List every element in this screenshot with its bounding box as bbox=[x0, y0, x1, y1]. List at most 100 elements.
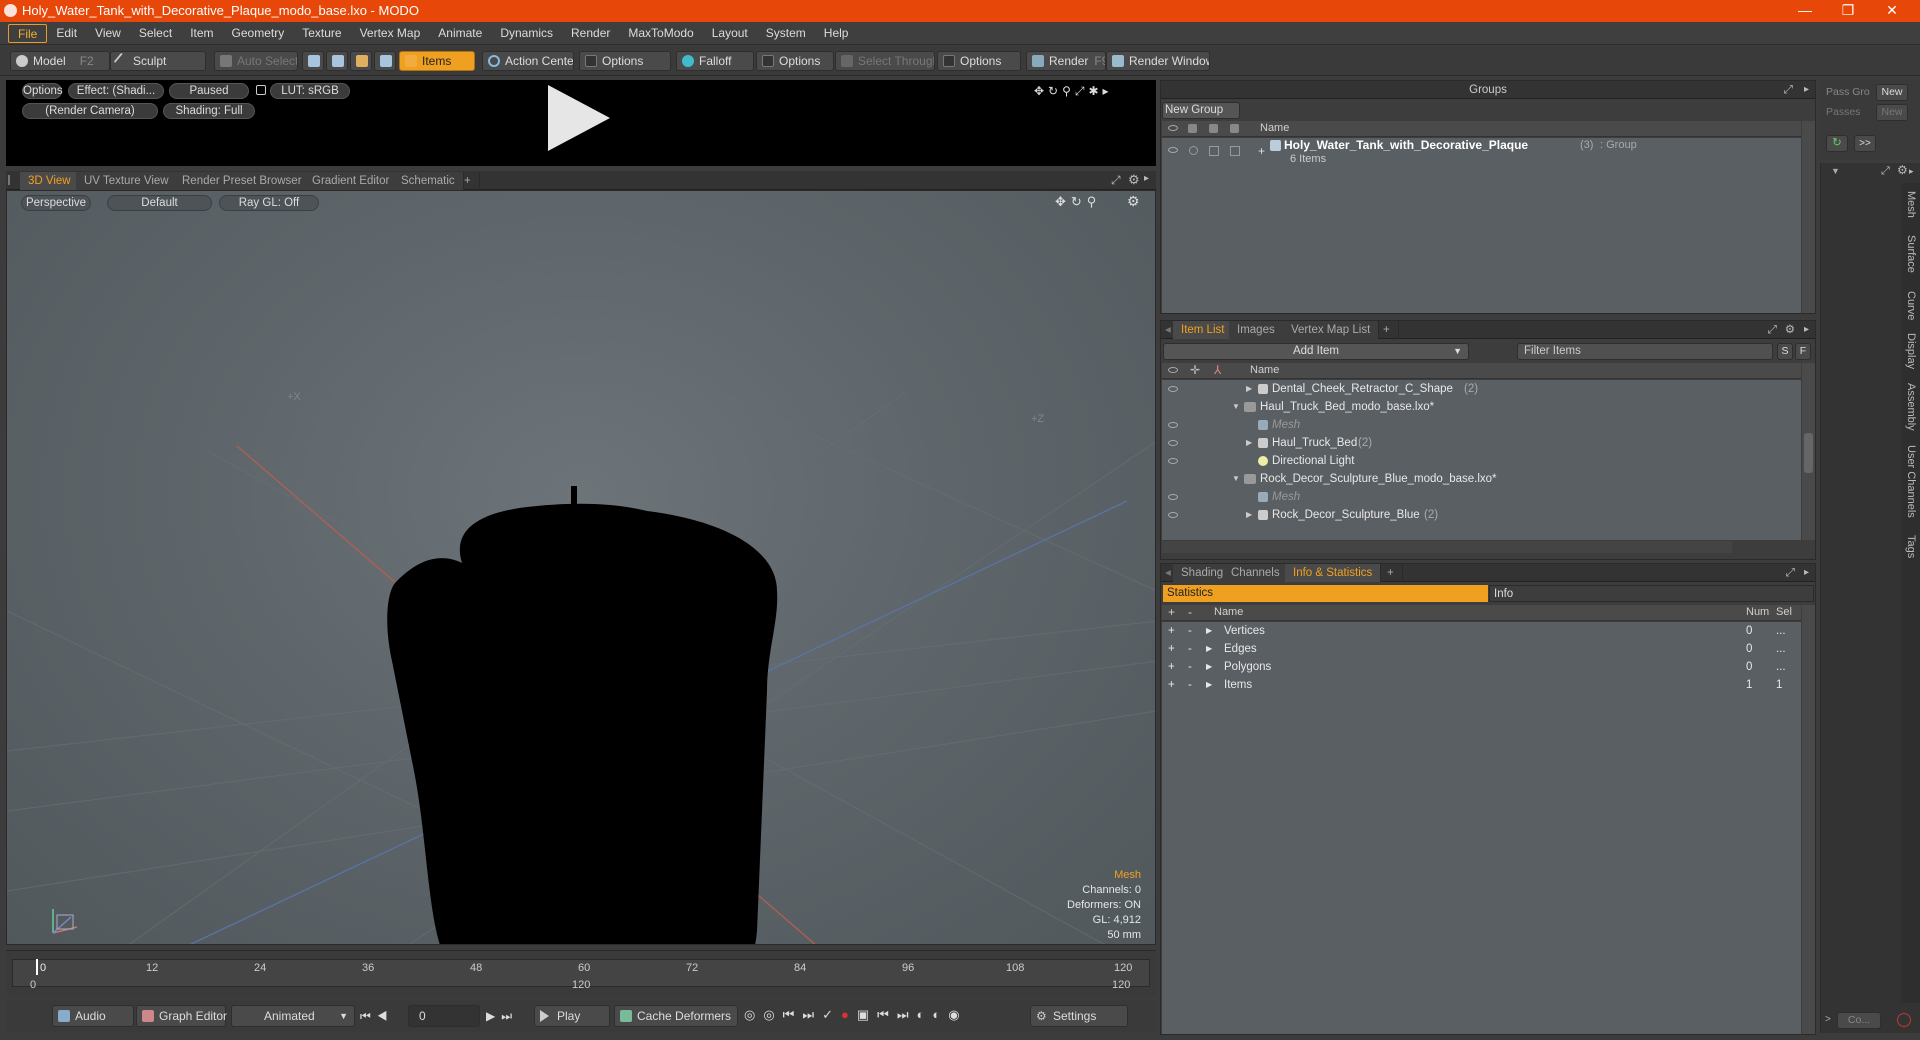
groups-expand-icon[interactable]: ⤢ bbox=[1784, 81, 1793, 99]
collapse-arrow-icon[interactable]: ▼ bbox=[1232, 470, 1240, 488]
visibility-eye-icon[interactable] bbox=[1168, 440, 1178, 446]
raygl-dropdown[interactable]: Ray GL: Off bbox=[219, 195, 319, 211]
step-forward-icons[interactable]: ▶⏭ bbox=[486, 1009, 518, 1024]
preview-nav-icons[interactable]: ✥↻⚲⤢✱▸ bbox=[1034, 84, 1113, 99]
groups-scrollbar[interactable] bbox=[1802, 121, 1815, 313]
auto-select-button[interactable]: Auto Select bbox=[214, 51, 298, 71]
animated-dropdown[interactable]: Animated ▼ bbox=[231, 1005, 355, 1027]
action-center-button[interactable]: Action Center bbox=[482, 51, 574, 71]
falloff-button[interactable]: Falloff bbox=[676, 51, 754, 71]
tab-images[interactable]: Images bbox=[1229, 321, 1284, 339]
expand-arrow-icon[interactable]: ▶ bbox=[1246, 506, 1252, 524]
viewport-settings-gear-icon[interactable]: ⚙ bbox=[1127, 193, 1140, 210]
filter-s-button[interactable]: S bbox=[1777, 343, 1793, 360]
pass-group-new-button[interactable]: New bbox=[1876, 84, 1908, 101]
menu-geometry[interactable]: Geometry bbox=[223, 24, 294, 43]
holy-water-tank-silhouette[interactable] bbox=[387, 486, 778, 945]
model-mode-button[interactable]: Model F2 bbox=[10, 51, 110, 71]
tree-row[interactable]: ▶ Rock_Decor_Sculpture_Blue (2) bbox=[1162, 506, 1801, 524]
item-list-scrollbar[interactable] bbox=[1802, 363, 1815, 540]
remove-icon[interactable]: - bbox=[1188, 658, 1192, 676]
groups-arrow-icon[interactable]: ▸ bbox=[1804, 81, 1809, 99]
remove-icon[interactable]: - bbox=[1188, 622, 1192, 640]
new-group-button[interactable]: New Group bbox=[1162, 102, 1240, 119]
sidebar-gear-icon[interactable]: ⚙ bbox=[1897, 163, 1908, 177]
stats-scrollbar[interactable] bbox=[1802, 605, 1815, 1034]
keyframe-tool-icons[interactable]: ◎◎⏮⏭✓●▣⏮⏭◐◐◉ bbox=[744, 1007, 968, 1023]
viewport-nav-icons[interactable]: ✥↻⚲ bbox=[1055, 194, 1101, 210]
group-render-toggle-icon[interactable] bbox=[1189, 146, 1198, 155]
sculpt-mode-button[interactable]: Sculpt bbox=[110, 51, 206, 71]
preview-shading-dropdown[interactable]: Shading: Full bbox=[163, 103, 255, 119]
expand-arrow-icon[interactable]: ▶ bbox=[1206, 622, 1212, 640]
menu-dynamics[interactable]: Dynamics bbox=[491, 24, 562, 43]
stats-row[interactable]: + - ▶ Polygons 0 ... bbox=[1162, 658, 1801, 676]
preview-paused-button[interactable]: Paused bbox=[169, 83, 249, 99]
menu-item[interactable]: Item bbox=[181, 24, 222, 43]
expand-passes-button[interactable]: >> bbox=[1854, 135, 1876, 152]
add-tab-button[interactable]: + bbox=[1375, 321, 1399, 339]
render-button[interactable]: Render F9 bbox=[1026, 51, 1106, 71]
menu-file[interactable]: File bbox=[8, 23, 48, 43]
remove-icon[interactable]: - bbox=[1188, 676, 1192, 694]
viewport-gear-icon[interactable]: ⚙ bbox=[1128, 172, 1140, 188]
perspective-dropdown[interactable]: Perspective bbox=[21, 195, 91, 211]
remove-icon[interactable]: - bbox=[1188, 640, 1192, 658]
info-subtab[interactable]: Info bbox=[1489, 585, 1814, 602]
tab-channels[interactable]: Channels bbox=[1223, 564, 1289, 582]
audio-button[interactable]: Audio bbox=[52, 1005, 134, 1027]
menu-texture[interactable]: Texture bbox=[293, 24, 350, 43]
select-through-button[interactable]: Select Through bbox=[835, 51, 935, 71]
group-expand-icon[interactable]: + bbox=[1258, 144, 1265, 158]
group-name[interactable]: Holy_Water_Tank_with_Decorative_Plaque bbox=[1284, 138, 1528, 152]
tab-gradient-editor[interactable]: Gradient Editor bbox=[304, 172, 399, 190]
tab-uv-texture-view[interactable]: UV Texture View bbox=[76, 172, 178, 190]
filter-items-input[interactable]: Filter Items bbox=[1517, 343, 1773, 360]
add-tab-button[interactable]: + bbox=[1379, 564, 1403, 582]
preview-lut-dropdown[interactable]: LUT: sRGB bbox=[270, 83, 350, 99]
menu-help[interactable]: Help bbox=[815, 24, 858, 43]
tab-item-list[interactable]: Item List bbox=[1173, 321, 1234, 339]
item-list-expand-icon[interactable]: ⤢ bbox=[1768, 321, 1777, 339]
menu-layout[interactable]: Layout bbox=[703, 24, 757, 43]
viewport-expand-icon[interactable]: ⤢ bbox=[1111, 173, 1121, 188]
settings-button[interactable]: ⚙ Settings bbox=[1030, 1005, 1128, 1027]
visibility-eye-icon[interactable] bbox=[1168, 512, 1178, 518]
tree-row[interactable]: ▼ Rock_Decor_Sculpture_Blue_modo_base.lx… bbox=[1162, 470, 1801, 488]
refresh-button[interactable]: ↻ bbox=[1826, 135, 1848, 152]
visibility-eye-icon[interactable] bbox=[1168, 422, 1178, 428]
tab-mesh[interactable]: Mesh bbox=[1905, 191, 1917, 218]
falloff-options-button[interactable]: Options bbox=[756, 51, 834, 71]
tree-row[interactable]: ▶ Dental_Cheek_Retractor_C_Shape (2) bbox=[1162, 380, 1801, 398]
menu-system[interactable]: System bbox=[757, 24, 815, 43]
groups-list[interactable]: + Holy_Water_Tank_with_Decorative_Plaque… bbox=[1162, 138, 1801, 313]
tree-row[interactable]: ▶ Haul_Truck_Bed (2) bbox=[1162, 434, 1801, 452]
close-button[interactable]: ✕ bbox=[1872, 0, 1912, 22]
expand-arrow-icon[interactable]: ▶ bbox=[1206, 640, 1212, 658]
minimize-button[interactable]: — bbox=[1785, 0, 1825, 22]
tree-row[interactable]: Mesh bbox=[1162, 488, 1801, 506]
menu-render[interactable]: Render bbox=[562, 24, 619, 43]
step-back-icons[interactable]: ⏮◀ bbox=[360, 1009, 394, 1024]
tab-curve[interactable]: Curve bbox=[1905, 291, 1917, 320]
maximize-button[interactable]: ❐ bbox=[1828, 0, 1868, 22]
add-icon[interactable]: + bbox=[1168, 622, 1175, 640]
stats-expand-icon[interactable]: ⤢ bbox=[1786, 564, 1795, 582]
item-list-tree[interactable]: ▶ Dental_Cheek_Retractor_C_Shape (2) ▼ H… bbox=[1162, 380, 1801, 540]
tab-display[interactable]: Display bbox=[1905, 333, 1917, 369]
add-icon[interactable]: + bbox=[1168, 658, 1175, 676]
tab-user-channels[interactable]: User Channels bbox=[1905, 445, 1917, 518]
stats-row[interactable]: + - ▶ Vertices 0 ... bbox=[1162, 622, 1801, 640]
tree-row[interactable]: Mesh bbox=[1162, 416, 1801, 434]
stats-row-sel[interactable]: ... bbox=[1776, 622, 1786, 640]
add-icon[interactable]: + bbox=[1168, 676, 1175, 694]
statistics-subtab[interactable]: Statistics bbox=[1163, 585, 1488, 602]
tab-surface[interactable]: Surface bbox=[1905, 235, 1917, 273]
lock-icon[interactable] bbox=[256, 85, 266, 95]
menu-animate[interactable]: Animate bbox=[429, 24, 491, 43]
tab-vertex-map-list[interactable]: Vertex Map List bbox=[1283, 321, 1380, 339]
sidebar-dropdown-icon[interactable]: ▼ bbox=[1831, 166, 1840, 176]
stats-row-sel[interactable]: ... bbox=[1776, 640, 1786, 658]
tab-3d-view[interactable]: 3D View bbox=[20, 172, 80, 190]
item-list-arrow-icon[interactable]: ▸ bbox=[1804, 321, 1809, 339]
